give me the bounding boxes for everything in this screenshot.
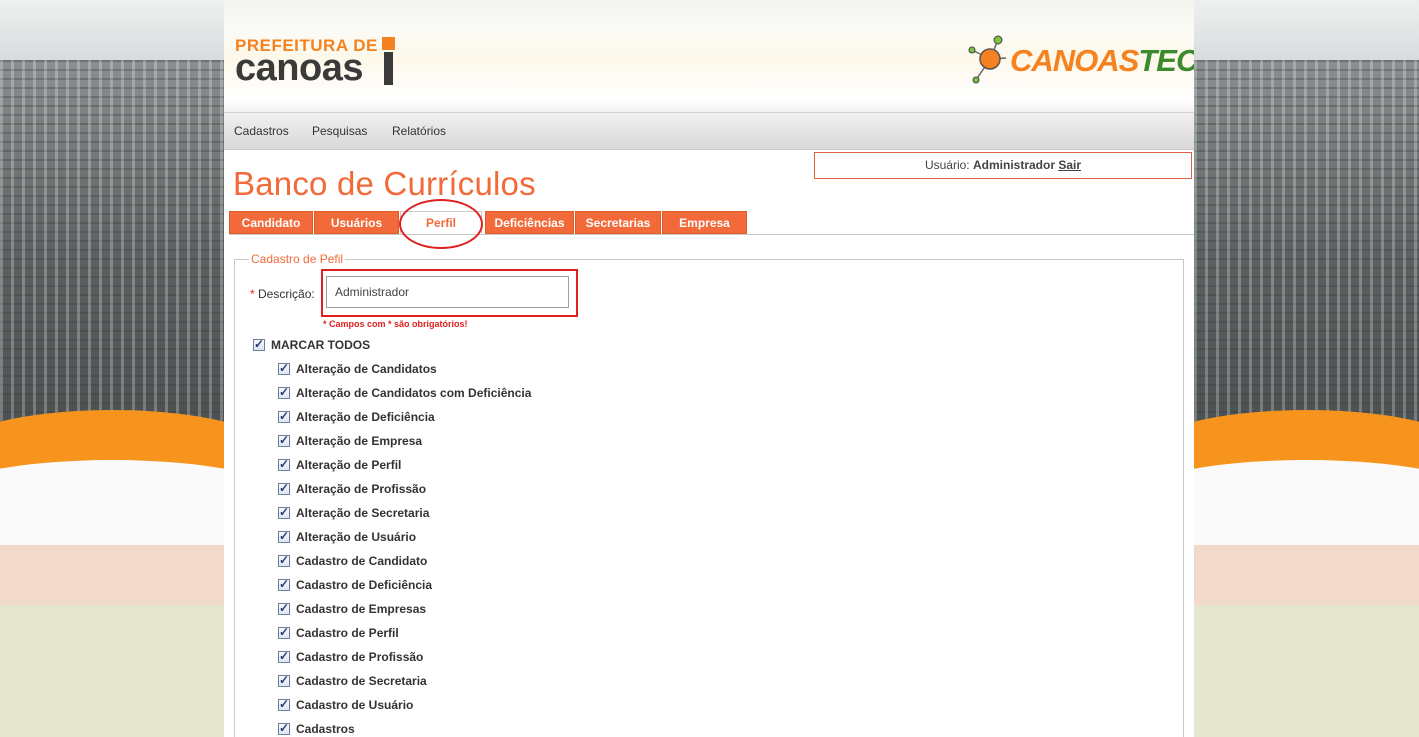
permission-0-checkbox[interactable]: [278, 361, 290, 375]
permission-1-label: Alteração de Candidatos com Deficiência: [296, 386, 532, 400]
permission-10-label: Cadastro de Empresas: [296, 602, 427, 616]
descricao-label: * Descrição:: [250, 287, 315, 301]
prefeitura-canoas-logo: PREFEITURA DE canoas: [235, 36, 405, 88]
header: PREFEITURA DE canoas CANOASTEC: [224, 0, 1194, 112]
tab-usuarios[interactable]: Usuários: [314, 211, 399, 234]
permission-13-label: Cadastro de Secretaria: [296, 674, 427, 688]
permission-6-checkbox[interactable]: [278, 505, 290, 519]
permission-9-label: Cadastro de Deficiência: [296, 578, 433, 592]
tab-secretarias[interactable]: Secretarias: [575, 211, 661, 234]
logout-link[interactable]: Sair: [1058, 158, 1081, 172]
user-info-box: Usuário: Administrador Sair: [814, 152, 1192, 179]
canoastec-logo: CANOASTEC: [968, 34, 1194, 88]
menu-item-cadastros[interactable]: Cadastros: [234, 124, 289, 138]
permission-13-checkbox[interactable]: [278, 673, 290, 687]
permission-9-checkbox[interactable]: [278, 577, 290, 591]
permission-1-checkbox[interactable]: [278, 385, 290, 399]
menu-item-pesquisas[interactable]: Pesquisas: [312, 124, 367, 138]
permission-3-label: Alteração de Empresa: [296, 434, 423, 448]
tab-empresa[interactable]: Empresa: [662, 211, 747, 234]
permission-15-checkbox[interactable]: [278, 721, 290, 735]
permission-7-label: Alteração de Usuário: [296, 530, 417, 544]
permission-6-label: Alteração de Secretaria: [296, 506, 430, 520]
permission-12-label: Cadastro de Profissão: [296, 650, 424, 664]
permission-12-checkbox[interactable]: [278, 649, 290, 663]
permission-4-label: Alteração de Perfil: [296, 458, 402, 472]
user-label: Usuário:: [924, 158, 970, 172]
permission-11-checkbox[interactable]: [278, 625, 290, 639]
background-photo-right: [1194, 0, 1419, 737]
tab-perfil[interactable]: Perfil: [400, 211, 482, 234]
permission-5-checkbox[interactable]: [278, 481, 290, 495]
permission-14-label: Cadastro de Usuário: [296, 698, 414, 712]
permission-7-checkbox[interactable]: [278, 529, 290, 543]
main-menu: Cadastros Pesquisas Relatórios: [224, 112, 1194, 150]
page-title: Banco de Currículos: [233, 165, 536, 202]
permission-3-checkbox[interactable]: [278, 433, 290, 447]
tab-deficiencias[interactable]: Deficiências: [485, 211, 574, 234]
permission-10-checkbox[interactable]: [278, 601, 290, 615]
user-name: Administrador: [972, 158, 1055, 172]
permission-4-checkbox[interactable]: [278, 457, 290, 471]
profile-form-fieldset: Cadastro de Pefil: [234, 252, 1184, 737]
permission-8-label: Cadastro de Candidato: [296, 554, 428, 568]
fieldset-legend: Cadastro de Pefil: [249, 252, 346, 266]
permission-2-checkbox[interactable]: [278, 409, 290, 423]
select-all-label: MARCAR TODOS: [271, 338, 371, 352]
required-fields-note: * Campos com * são obrigatórios!: [323, 319, 468, 329]
permission-0-label: Alteração de Candidatos: [296, 362, 437, 376]
tab-candidato[interactable]: Candidato: [229, 211, 313, 234]
permission-15-label: Cadastros: [296, 722, 355, 736]
menu-item-relatorios[interactable]: Relatórios: [392, 124, 446, 138]
permission-14-checkbox[interactable]: [278, 697, 290, 711]
select-all-checkbox[interactable]: [253, 337, 265, 351]
page-container: PREFEITURA DE canoas CANOASTEC Cadastros…: [224, 0, 1194, 737]
permission-8-checkbox[interactable]: [278, 553, 290, 567]
tab-divider: [229, 234, 1194, 235]
background-photo-left: [0, 0, 224, 737]
permission-2-label: Alteração de Deficiência: [296, 410, 435, 424]
descricao-input[interactable]: [326, 276, 569, 308]
permission-11-label: Cadastro de Perfil: [296, 626, 399, 640]
permission-5-label: Alteração de Profissão: [296, 482, 427, 496]
